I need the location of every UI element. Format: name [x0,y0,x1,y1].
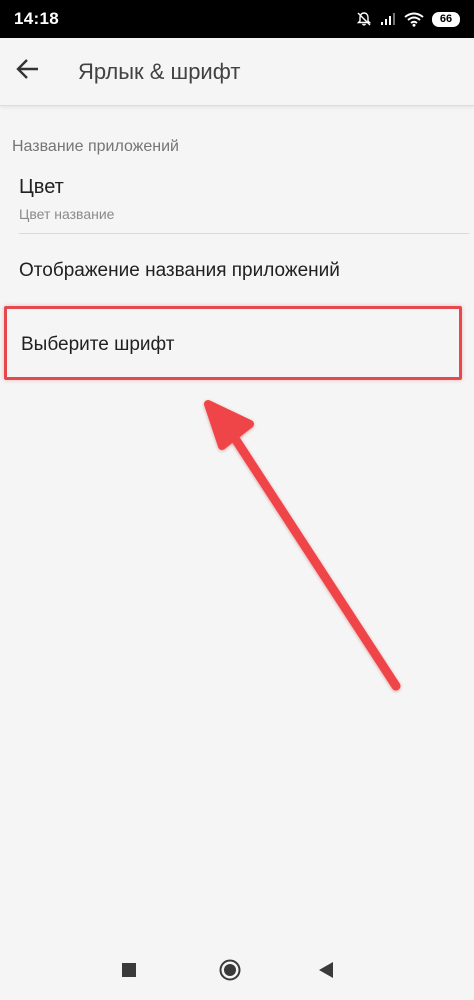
battery-icon: 66 [432,11,460,27]
signal-icon [380,12,396,26]
navigation-bar [0,940,474,1000]
pref-item-title: Выберите шрифт [21,334,175,355]
back-triangle-icon [319,961,333,983]
pref-item-display-names[interactable]: Отображение названия приложений [0,236,474,302]
section-header: Название приложений [12,138,179,155]
status-time: 14:18 [14,9,59,28]
status-icons: 66 [356,11,460,27]
toolbar: Ярлык & шрифт [0,38,474,106]
bell-muted-icon [356,11,372,27]
pref-item-choose-font[interactable]: Выберите шрифт [4,306,462,380]
home-circle-icon [219,959,241,986]
wifi-icon [404,12,424,27]
pref-item-title: Отображение названия приложений [19,260,340,281]
recents-square-icon [122,962,136,982]
arrow-back-icon [16,58,40,85]
pref-item-summary: Цвет название [19,206,115,222]
divider [19,233,469,234]
home-button[interactable] [212,954,248,990]
status-bar: 14:18 66 [0,0,474,38]
recents-button[interactable] [113,956,145,988]
screen: 14:18 66 Ярлык & шрифт Название приложен… [0,0,474,1000]
nav-back-button[interactable] [310,956,342,988]
back-button[interactable] [0,44,56,100]
pref-item-color[interactable]: Цвет Цвет название [0,168,474,234]
pref-item-title: Цвет [19,176,64,198]
page-title: Ярлык & шрифт [78,58,241,84]
